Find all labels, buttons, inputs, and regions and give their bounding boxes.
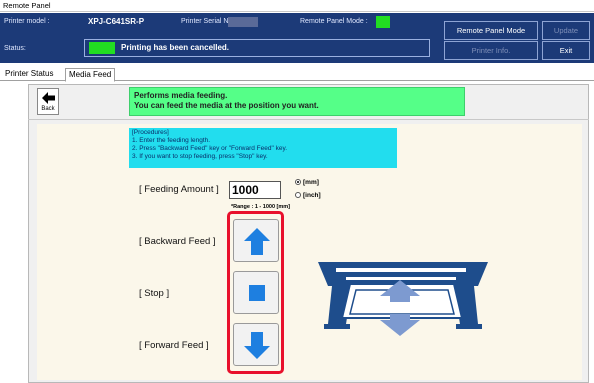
- radio-unselected-icon: [295, 192, 301, 199]
- status-text: Printing has been cancelled.: [121, 43, 230, 52]
- range-hint: *Range : 1 - 1000 [mm]: [231, 204, 290, 210]
- forward-feed-button[interactable]: [233, 323, 279, 366]
- backward-feed-button[interactable]: [233, 219, 279, 262]
- info-banner: Performs media feeding. You can feed the…: [129, 87, 465, 116]
- info-line-2: You can feed the media at the position y…: [134, 101, 319, 110]
- update-button[interactable]: Update: [542, 21, 590, 40]
- arrow-left-icon: [42, 92, 55, 104]
- feeding-amount-label: [ Feeding Amount ]: [139, 184, 219, 195]
- procedure-line: 2. Press "Backward Feed" key or "Forward…: [132, 145, 288, 152]
- unit-mm-label: [mm]: [303, 179, 319, 186]
- arrow-down-icon: [244, 332, 270, 359]
- stop-label: [ Stop ]: [139, 288, 170, 299]
- printer-model-value: XPJ-C641SR-P: [88, 17, 145, 26]
- exit-button[interactable]: Exit: [542, 41, 590, 60]
- divider: [28, 119, 589, 120]
- procedure-line: [Procedures]: [132, 129, 169, 136]
- feeding-amount-input[interactable]: 1000: [229, 181, 281, 199]
- remote-mode-label: Remote Panel Mode :: [300, 18, 368, 25]
- procedures-box: [Procedures] 1. Enter the feeding length…: [129, 128, 397, 168]
- backward-feed-label: [ Backward Feed ]: [139, 236, 216, 247]
- unit-inch-label: [inch]: [303, 192, 321, 199]
- serial-value-redacted: [228, 17, 258, 27]
- remote-panel-mode-button[interactable]: Remote Panel Mode: [444, 21, 538, 40]
- back-label: Back: [41, 106, 55, 112]
- back-button[interactable]: Back: [37, 88, 59, 115]
- remote-mode-indicator: [376, 16, 390, 28]
- stop-button[interactable]: [233, 271, 279, 314]
- window-titlebar: Remote Panel: [0, 0, 594, 12]
- procedure-line: 3. If you want to stop feeding, press "S…: [132, 153, 268, 160]
- radio-selected-icon: [295, 179, 301, 186]
- tab-strip: Printer Status Media Feed: [0, 66, 594, 82]
- status-label: Status:: [4, 45, 26, 52]
- info-line-1: Performs media feeding.: [134, 91, 228, 100]
- printer-model-label: Printer model :: [4, 18, 50, 25]
- tab-media-feed[interactable]: Media Feed: [65, 68, 116, 82]
- tab-printer-status[interactable]: Printer Status: [2, 68, 56, 81]
- printer-info-button[interactable]: Printer Info.: [444, 41, 538, 60]
- procedure-line: 1. Enter the feeding length.: [132, 137, 211, 144]
- status-field: Printing has been cancelled.: [84, 39, 430, 57]
- status-indicator: [89, 42, 115, 54]
- printer-illustration-icon: [318, 262, 488, 336]
- window-title: Remote Panel: [3, 1, 51, 10]
- unit-mm-radio[interactable]: [mm]: [295, 179, 319, 186]
- arrow-up-icon: [244, 228, 270, 255]
- printer-info-header: Printer model : XPJ-C641SR-P Printer Ser…: [0, 13, 594, 63]
- unit-inch-radio[interactable]: [inch]: [295, 192, 321, 199]
- forward-feed-label: [ Forward Feed ]: [139, 340, 209, 351]
- stop-square-icon: [249, 285, 265, 301]
